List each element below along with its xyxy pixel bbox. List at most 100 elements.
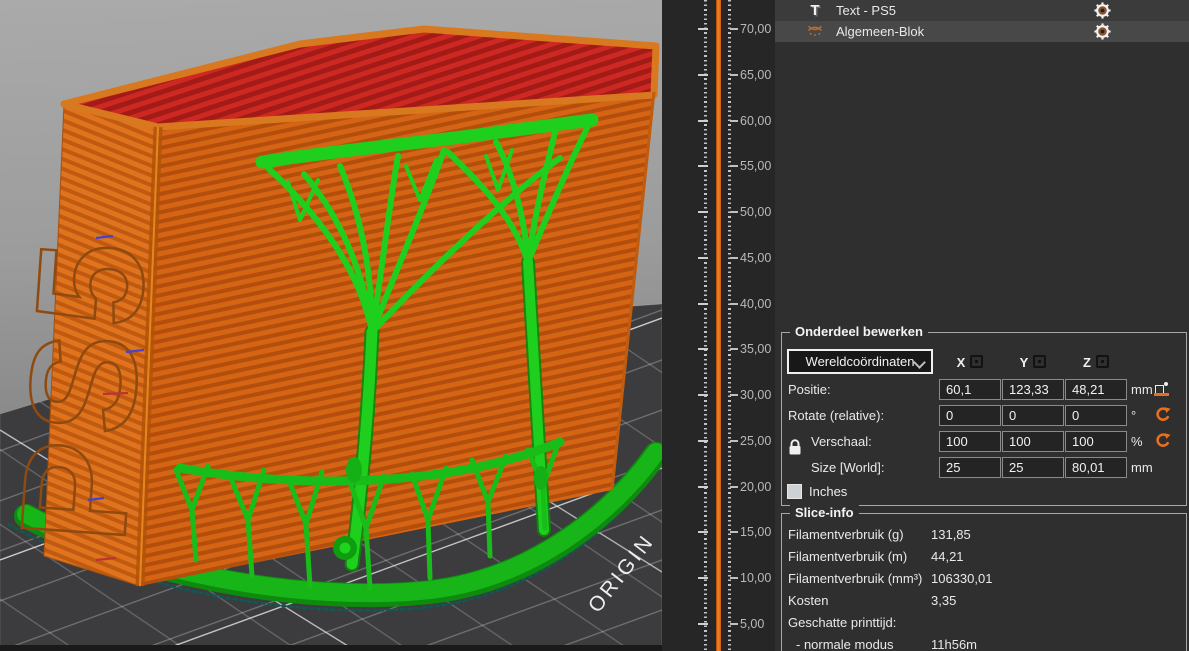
ruler-tick-label: 25,00 — [740, 433, 771, 449]
sliced-model-preview: ORIGIN PS5 — [0, 0, 662, 651]
positie-label: Positie: — [788, 379, 831, 400]
scale-lock-icon[interactable] — [788, 439, 802, 456]
size-y-input[interactable] — [1002, 457, 1064, 478]
coordinate-system-select[interactable]: Wereldcoördinaten — [787, 349, 933, 374]
model-list-item[interactable]: T Text - PS5 — [775, 0, 1189, 21]
ruler-tick-dash — [730, 120, 738, 122]
slice-info-value: 11h56m — [931, 637, 977, 651]
size-label: Size [World]: — [811, 457, 884, 478]
slice-info-value: 106330,01 — [931, 571, 992, 586]
ruler-tick-column-right — [728, 0, 731, 651]
size-unit-label: mm — [1131, 457, 1153, 478]
ruler-tick-dash — [730, 211, 738, 213]
axis-y-center-icon[interactable] — [1033, 355, 1046, 368]
side-panel: T Text - PS5 Algemeen-Blok Onderdeel bewer… — [775, 0, 1189, 651]
rotate-unit-label: ° — [1131, 405, 1136, 426]
verschaal-reset-button[interactable] — [1153, 432, 1171, 450]
gear-icon — [1093, 22, 1112, 41]
ruler-major-tick — [698, 577, 708, 579]
slice-info-label: Filamentverbruik (g) — [788, 527, 904, 542]
verschaal-unit-label: % — [1131, 431, 1143, 452]
ruler-tick-dash — [730, 257, 738, 259]
ruler-major-tick — [698, 440, 708, 442]
rotate-x-input[interactable] — [939, 405, 1001, 426]
positie-z-input[interactable] — [1065, 379, 1127, 400]
model-list-item-label: Algemeen-Blok — [836, 24, 924, 39]
rotate-label: Rotate (relative): — [788, 405, 884, 426]
ruler-major-tick — [698, 303, 708, 305]
drop-to-bed-button[interactable] — [1153, 381, 1171, 399]
ruler-tick-label: 10,00 — [740, 570, 771, 586]
text-3d-glyph: T — [810, 2, 819, 19]
ruler-tick-dash — [730, 486, 738, 488]
inches-checkbox[interactable]: Inches — [787, 484, 847, 499]
gear-icon — [1093, 1, 1112, 20]
slice-info-group-title: Slice-info — [790, 505, 859, 520]
positie-x-input[interactable] — [939, 379, 1001, 400]
axis-header-x: X — [939, 355, 1001, 370]
slice-info-label: Filamentverbruik (mm³) — [788, 571, 922, 586]
positie-y-input[interactable] — [1002, 379, 1064, 400]
viewport-3d[interactable]: ORIGIN PS5 — [0, 0, 662, 651]
model-list-item-label: Text - PS5 — [836, 3, 896, 18]
size-z-input[interactable] — [1065, 457, 1127, 478]
ruler-major-tick — [698, 165, 708, 167]
ruler-tick-dash — [730, 531, 738, 533]
slice-info-value: 44,21 — [931, 549, 964, 564]
slicer-app: ORIGIN PS5 — [0, 0, 1189, 651]
verschaal-z-input[interactable] — [1065, 431, 1127, 452]
edit-part-group-title: Onderdeel bewerken — [790, 324, 928, 339]
ruler-tick-dash — [730, 74, 738, 76]
chevron-down-icon — [913, 356, 926, 369]
ruler-tick-dash — [730, 348, 738, 350]
inches-label: Inches — [809, 484, 847, 499]
ruler-tick-dash — [730, 165, 738, 167]
ruler-tick-dash — [730, 577, 738, 579]
rotate-z-input[interactable] — [1065, 405, 1127, 426]
ruler-tick-dash — [730, 303, 738, 305]
ruler-major-tick — [698, 28, 708, 30]
ruler-major-tick — [698, 531, 708, 533]
axis-header-z: Z — [1065, 355, 1127, 370]
coordinate-system-value: Wereldcoördinaten — [806, 354, 915, 369]
axis-z-center-icon[interactable] — [1096, 355, 1109, 368]
text-3d-icon: T — [803, 2, 827, 20]
slice-info-value: 131,85 — [931, 527, 971, 542]
mesh-icon — [803, 23, 827, 41]
verschaal-x-input[interactable] — [939, 431, 1001, 452]
ruler-tick-dash — [730, 623, 738, 625]
ruler-tick-dash — [730, 440, 738, 442]
slice-info-value: 3,35 — [931, 593, 956, 608]
slice-info-label: Filamentverbruik (m) — [788, 549, 907, 564]
model-settings-button[interactable] — [1093, 1, 1112, 20]
mesh-icon — [807, 23, 823, 36]
size-x-input[interactable] — [939, 457, 1001, 478]
model-list-item[interactable]: Algemeen-Blok — [775, 21, 1189, 42]
axis-x-center-icon[interactable] — [970, 355, 983, 368]
ruler-major-tick — [698, 257, 708, 259]
checkbox-box-icon — [787, 484, 802, 499]
model-settings-button[interactable] — [1093, 22, 1112, 41]
edit-part-group: Onderdeel bewerken Wereldcoördinaten XYZ… — [781, 332, 1187, 506]
ruler-tick-dash — [730, 28, 738, 30]
rotate-y-input[interactable] — [1002, 405, 1064, 426]
rotate-reset-button[interactable] — [1153, 406, 1171, 424]
ruler-tick-label: 45,00 — [740, 250, 771, 266]
ruler-tick-column-left — [704, 0, 707, 651]
layer-ruler: 70,0065,0060,0055,0050,0045,0040,0035,00… — [662, 0, 775, 651]
ruler-tick-label: 40,00 — [740, 296, 771, 312]
layer-slider[interactable] — [716, 0, 721, 651]
slice-info-label: Geschatte printtijd: — [788, 615, 896, 630]
ruler-tick-label: 55,00 — [740, 158, 771, 174]
ruler-major-tick — [698, 623, 708, 625]
reset-icon — [1154, 406, 1171, 423]
ruler-tick-label: 5,00 — [740, 616, 764, 632]
verschaal-y-input[interactable] — [1002, 431, 1064, 452]
ruler-tick-label: 65,00 — [740, 67, 771, 83]
ruler-tick-label: 50,00 — [740, 204, 771, 220]
reset-icon — [1154, 432, 1171, 449]
ruler-major-tick — [698, 394, 708, 396]
ruler-major-tick — [698, 486, 708, 488]
slice-info-group: Slice-info Filamentverbruik (g)131,85Fil… — [781, 513, 1187, 651]
ruler-tick-label: 20,00 — [740, 479, 771, 495]
